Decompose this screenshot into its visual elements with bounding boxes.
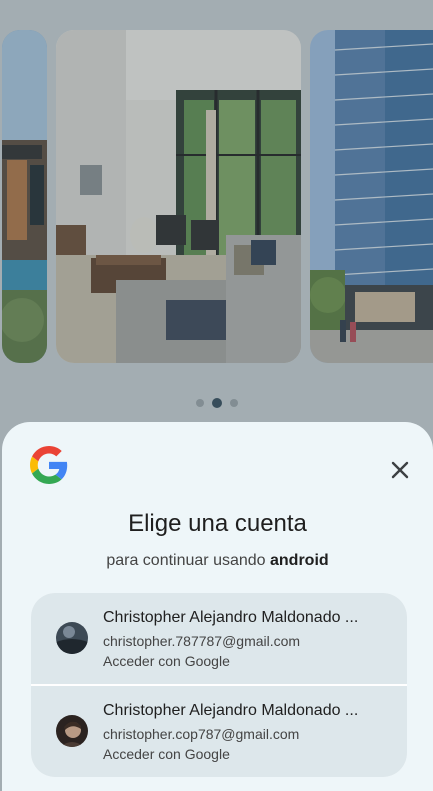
google-logo-icon bbox=[30, 446, 68, 484]
subtitle-prefix: para continuar usando bbox=[106, 552, 270, 569]
account-action: Acceder con Google bbox=[103, 653, 230, 669]
sheet-subtitle: para continuar usando android bbox=[2, 552, 433, 570]
account-name: Christopher Alejandro Maldonado ... bbox=[103, 609, 359, 626]
subtitle-app-name: android bbox=[270, 552, 329, 569]
account-item-2[interactable]: Christopher Alejandro Maldonado ... chri… bbox=[31, 686, 407, 777]
account-email: christopher.787787@gmail.com bbox=[103, 633, 301, 649]
account-name: Christopher Alejandro Maldonado ... bbox=[103, 702, 359, 719]
account-item-1[interactable]: Christopher Alejandro Maldonado ... chri… bbox=[31, 593, 407, 684]
avatar bbox=[56, 715, 88, 747]
account-chooser-sheet: Elige una cuenta para continuar usando a… bbox=[2, 422, 433, 791]
close-icon[interactable] bbox=[386, 456, 414, 484]
account-email: christopher.cop787@gmail.com bbox=[103, 726, 300, 742]
avatar bbox=[56, 622, 88, 654]
account-list: Christopher Alejandro Maldonado ... chri… bbox=[31, 593, 407, 777]
sheet-title: Elige una cuenta bbox=[128, 510, 307, 537]
account-action: Acceder con Google bbox=[103, 746, 230, 762]
